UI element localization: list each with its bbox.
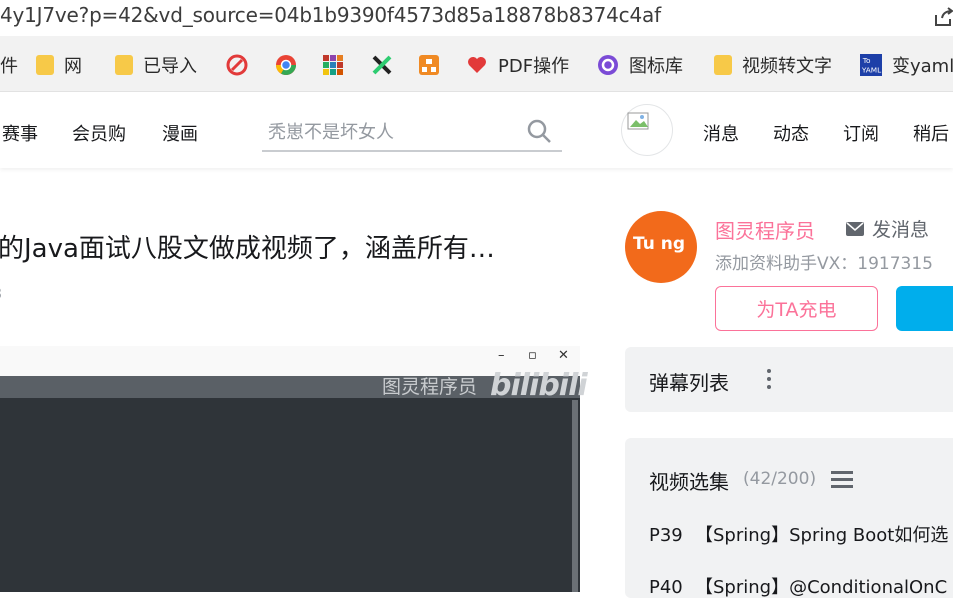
nav-item-watch-later[interactable]: 稍后 [913,120,949,146]
avatar-text: Tu ng [633,234,686,254]
scrollbar[interactable] [572,400,578,592]
bookmark-label: PDF操作 [498,56,570,77]
playlist-count: (42/200) [743,469,817,489]
nav-item-vip-shop[interactable]: 会员购 [72,120,126,146]
broken-image-icon [627,112,649,130]
bookmark-item[interactable]: PDF操作 [466,52,569,78]
iconfont-icon [598,55,618,75]
danmaku-title: 弹幕列表 [649,371,729,395]
bookmark-label: 网 [64,56,82,77]
bookmark-label: 图标库 [629,56,683,77]
url-text[interactable]: 4y1J7ve?p=42&vd_source=04b1b9390f4573d85… [0,3,661,27]
svg-text:To: To [862,56,871,65]
restore-button[interactable]: ▫ [528,348,537,363]
uploader-avatar[interactable]: Tu ng [625,211,697,283]
playlist-item-label: 【Spring】Spring Boot如何选 [695,525,949,546]
bookmark-item[interactable]: To YAML 变yaml [860,52,953,78]
bookmark-item[interactable] [226,52,258,78]
app-icon-orange [419,55,439,75]
nav-item-messages[interactable]: 消息 [703,120,739,146]
yaml-icon: ToYAML [860,54,882,76]
bookmark-label: 已导入 [143,56,197,77]
bookmarks-bar: 件 网 已导入 PDF操作 图标库 视频转文字 To YAML 变yaml [0,36,953,92]
video-player[interactable]: – ▫ ✕ 图灵程序员 bilibili [0,346,588,592]
follow-button[interactable] [896,286,953,331]
playlist-item-label: 【Spring】@ConditionalOnC [695,577,948,598]
folder-icon [714,55,732,75]
search-icon[interactable] [526,118,552,144]
bookmark-item[interactable]: 已导入 [115,52,197,78]
search-input[interactable]: 秃崽不是坏女人 [268,118,394,144]
uploader-description: 添加资料助手VX：1917315 [715,254,933,274]
bookmark-item[interactable]: 件 [0,52,18,78]
user-avatar[interactable] [621,104,673,156]
pdf-heart-icon [468,57,486,73]
playlist-item[interactable]: P40 【Spring】@ConditionalOnC [649,573,947,599]
address-bar[interactable]: 4y1J7ve?p=42&vd_source=04b1b9390f4573d85… [0,0,953,36]
nav-item-manga[interactable]: 漫画 [162,120,198,146]
bookmark-label: 变yaml [892,56,953,77]
bookmark-label: 件 [0,56,18,77]
playlist-item-number: P40 [649,577,683,598]
folder-icon [36,55,54,75]
bookmark-item[interactable]: 图标库 [597,52,683,78]
video-meta: 3 [0,284,2,303]
app-icon-x [372,55,392,75]
uploader-name[interactable]: 图灵程序员 [715,215,815,244]
bookmark-item[interactable] [371,52,403,78]
nav-item-esports[interactable]: 赛事 [2,120,38,146]
charge-button[interactable]: 为TA充电 [715,286,878,331]
search-box[interactable]: 秃崽不是坏女人 [262,110,562,152]
bookmark-item[interactable]: 视频转文字 [714,52,832,78]
app-icon-chrome [276,55,296,75]
bilibili-logo: bilibili [490,368,588,403]
app-icon-grid [323,55,343,75]
mail-icon [846,221,864,236]
playlist-title: 视频选集 [649,470,729,494]
playlist-item[interactable]: P39 【Spring】Spring Boot如何选 [649,521,948,547]
bookmark-item[interactable] [275,52,307,78]
site-header: 赛事 会员购 漫画 秃崽不是坏女人 消息 动态 订阅 稍后 [0,92,953,168]
send-message-button[interactable]: 发消息 [846,215,929,242]
minimize-button[interactable]: – [498,348,505,363]
video-watermark: 图灵程序员 [382,376,478,398]
send-message-label: 发消息 [872,219,930,241]
bookmark-item[interactable]: 网 [36,52,82,78]
share-icon[interactable] [933,6,953,28]
bookmark-label: 视频转文字 [742,56,832,77]
danmaku-panel[interactable]: 弹幕列表 [625,347,953,412]
bookmark-item[interactable] [418,52,450,78]
nav-item-dynamics[interactable]: 动态 [773,120,809,146]
app-icon-red [226,54,248,76]
charge-label: 为TA充电 [756,299,837,321]
nav-item-subscriptions[interactable]: 订阅 [843,120,879,146]
more-icon[interactable] [765,367,773,391]
playlist-item-number: P39 [649,525,683,546]
video-title: 的Java面试八股文做成视频了，涵盖所有… [0,234,495,264]
bookmark-item[interactable] [322,52,354,78]
folder-icon [115,55,133,75]
close-button[interactable]: ✕ [558,348,569,363]
list-view-icon[interactable] [831,471,853,489]
svg-text:YAML: YAML [861,65,882,74]
playlist-panel: 视频选集 (42/200) P39 【Spring】Spring Boot如何选 … [625,438,953,598]
